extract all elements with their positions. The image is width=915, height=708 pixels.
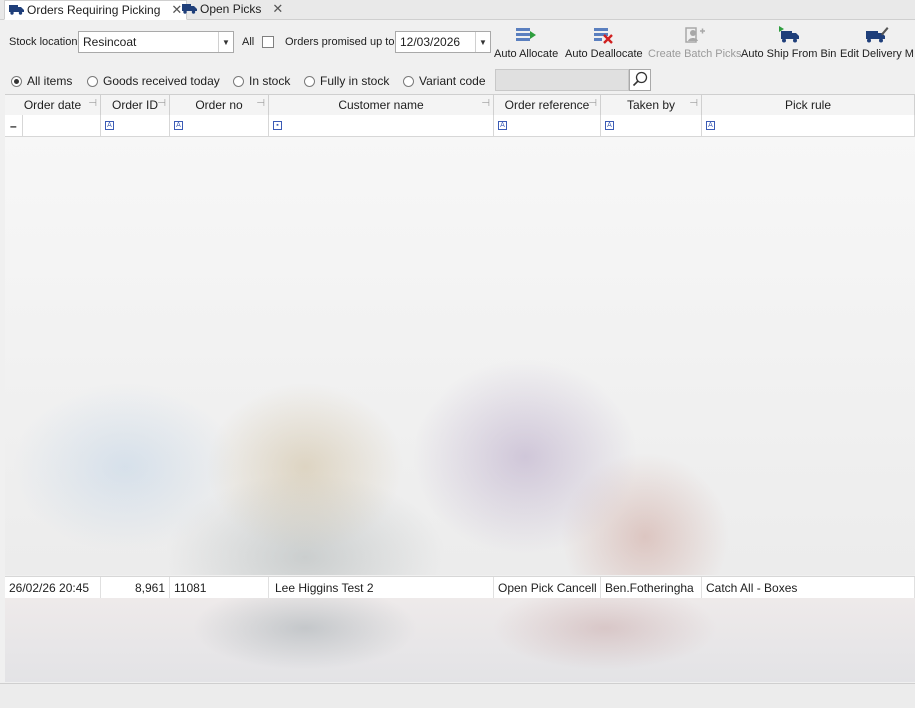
create-batch-picks-icon	[684, 22, 706, 48]
tab-label: Open Picks	[200, 2, 262, 16]
radio-goods-received-today[interactable]: Goods received today	[87, 73, 220, 89]
col-label: Pick rule	[784, 98, 831, 112]
pin-icon[interactable]: ⊣	[689, 98, 698, 109]
status-bar	[0, 683, 915, 708]
cell-taken-by: Ben.Fotheringha	[601, 577, 702, 598]
radio-fully-in-stock[interactable]: Fully in stock	[304, 73, 389, 89]
auto-deallocate-button[interactable]: Auto Deallocate	[565, 22, 643, 66]
equals-filter-icon: ▪	[273, 121, 282, 130]
all-checkbox[interactable]	[262, 36, 274, 48]
search-icon	[632, 71, 648, 90]
text-filter-icon: A	[605, 121, 614, 130]
orders-promised-label: Orders promised up to	[285, 36, 395, 48]
radio-dot	[403, 75, 414, 87]
blurred-rows	[5, 137, 915, 575]
col-order-no[interactable]: Order no ⊣	[170, 95, 269, 115]
cell-order-no: 11081	[170, 577, 269, 598]
text-filter-icon: A	[498, 121, 507, 130]
radio-dot	[233, 75, 244, 87]
blurred-rows-lower	[5, 598, 915, 682]
filter-customer-name[interactable]: ▪	[269, 115, 494, 136]
create-batch-picks-button[interactable]: Create Batch Picks	[648, 22, 742, 66]
radio-dot	[87, 75, 98, 87]
search-button[interactable]	[629, 69, 651, 91]
col-order-date[interactable]: Order date ⊣	[5, 95, 101, 115]
radio-variant-code[interactable]: Variant code	[403, 73, 486, 89]
edit-delivery-icon	[865, 22, 889, 48]
filter-order-reference[interactable]: A	[494, 115, 601, 136]
text-filter-icon: A	[105, 121, 114, 130]
radio-label: In stock	[249, 74, 291, 88]
chevron-down-icon[interactable]: ▼	[475, 32, 490, 52]
auto-ship-icon	[777, 22, 801, 48]
auto-ship-label: Auto Ship From Bin	[741, 48, 837, 60]
auto-allocate-label: Auto Allocate	[494, 48, 559, 60]
cell-customer-name: Lee Higgins Test 2	[269, 577, 494, 598]
filter-order-no[interactable]: A	[170, 115, 269, 136]
grid-header: Order date ⊣ Order ID ⊣ Order no ⊣ Customer…	[5, 94, 915, 116]
create-batch-picks-label: Create Batch Picks	[648, 48, 742, 60]
filter-pick-rule[interactable]: A	[702, 115, 915, 136]
radio-label: Fully in stock	[320, 74, 390, 88]
radio-label: All items	[27, 74, 73, 88]
col-taken-by[interactable]: Taken by ⊣	[601, 95, 702, 115]
tab-label: Orders Requiring Picking	[27, 3, 161, 17]
stock-location-select[interactable]: Resincoat ▼	[78, 31, 234, 53]
all-label: All	[242, 36, 255, 48]
edit-delivery-label: Edit Delivery M	[840, 48, 914, 60]
promised-date-picker[interactable]: 12/03/2026 ▼	[395, 31, 491, 53]
edit-delivery-button[interactable]: Edit Delivery M	[840, 22, 914, 66]
cell-order-date: 26/02/26 20:45	[5, 577, 101, 598]
chevron-down-icon[interactable]: ▼	[218, 32, 233, 52]
pin-icon[interactable]: ⊣	[481, 98, 490, 109]
filter-date-operator[interactable]: –	[5, 115, 23, 136]
pin-icon[interactable]: ⊣	[88, 98, 97, 109]
col-customer-name[interactable]: Customer name ⊣	[269, 95, 494, 115]
radio-label: Variant code	[419, 74, 486, 88]
cell-order-reference: Open Pick Cancell	[494, 577, 601, 598]
col-pick-rule[interactable]: Pick rule	[702, 95, 915, 115]
radio-dot	[11, 75, 22, 87]
tab-open-picks[interactable]: Open Picks ✕	[178, 0, 287, 18]
promised-date-value: 12/03/2026	[400, 35, 461, 49]
cell-pick-rule: Catch All - Boxes	[702, 577, 915, 598]
col-label: Order ID	[111, 98, 158, 112]
auto-ship-from-bin-button[interactable]: Auto Ship From Bin	[741, 22, 836, 66]
truck-icon	[182, 2, 197, 17]
col-label: Taken by	[626, 98, 676, 112]
tab-orders-requiring-picking[interactable]: Orders Requiring Picking ✕	[4, 0, 188, 20]
auto-allocate-button[interactable]: Auto Allocate	[494, 22, 558, 66]
close-icon[interactable]: ✕	[272, 1, 283, 17]
minus-icon: –	[10, 118, 17, 133]
filter-order-id[interactable]: A	[101, 115, 170, 136]
radio-dot	[304, 75, 315, 87]
variant-code-input[interactable]	[495, 69, 629, 91]
pin-icon[interactable]: ⊣	[256, 98, 265, 109]
stock-location-value: Resincoat	[83, 35, 137, 49]
pin-icon[interactable]: ⊣	[588, 98, 597, 109]
col-label: Order reference	[504, 98, 590, 112]
radio-all-items[interactable]: All items	[11, 73, 72, 89]
filter-order-date[interactable]	[23, 115, 101, 136]
text-filter-icon: A	[706, 121, 715, 130]
col-order-reference[interactable]: Order reference ⊣	[494, 95, 601, 115]
filter-row: – A A ▪ A A A	[5, 115, 915, 137]
col-order-id[interactable]: Order ID ⊣	[101, 95, 170, 115]
col-label: Order no	[195, 98, 243, 112]
pin-icon[interactable]: ⊣	[157, 98, 166, 109]
radio-in-stock[interactable]: In stock	[233, 73, 290, 89]
stock-location-label: Stock location	[9, 36, 78, 48]
radio-label: Goods received today	[103, 74, 220, 88]
col-label: Order date	[23, 98, 82, 112]
auto-allocate-icon	[515, 22, 537, 48]
col-label: Customer name	[338, 98, 424, 112]
table-row[interactable]: 26/02/26 20:45 8,961 11081 Lee Higgins T…	[5, 576, 915, 599]
truck-icon	[9, 3, 24, 18]
filter-taken-by[interactable]: A	[601, 115, 702, 136]
text-filter-icon: A	[174, 121, 183, 130]
auto-deallocate-icon	[593, 22, 615, 48]
cell-order-id: 8,961	[101, 577, 170, 598]
auto-deallocate-label: Auto Deallocate	[565, 48, 643, 60]
